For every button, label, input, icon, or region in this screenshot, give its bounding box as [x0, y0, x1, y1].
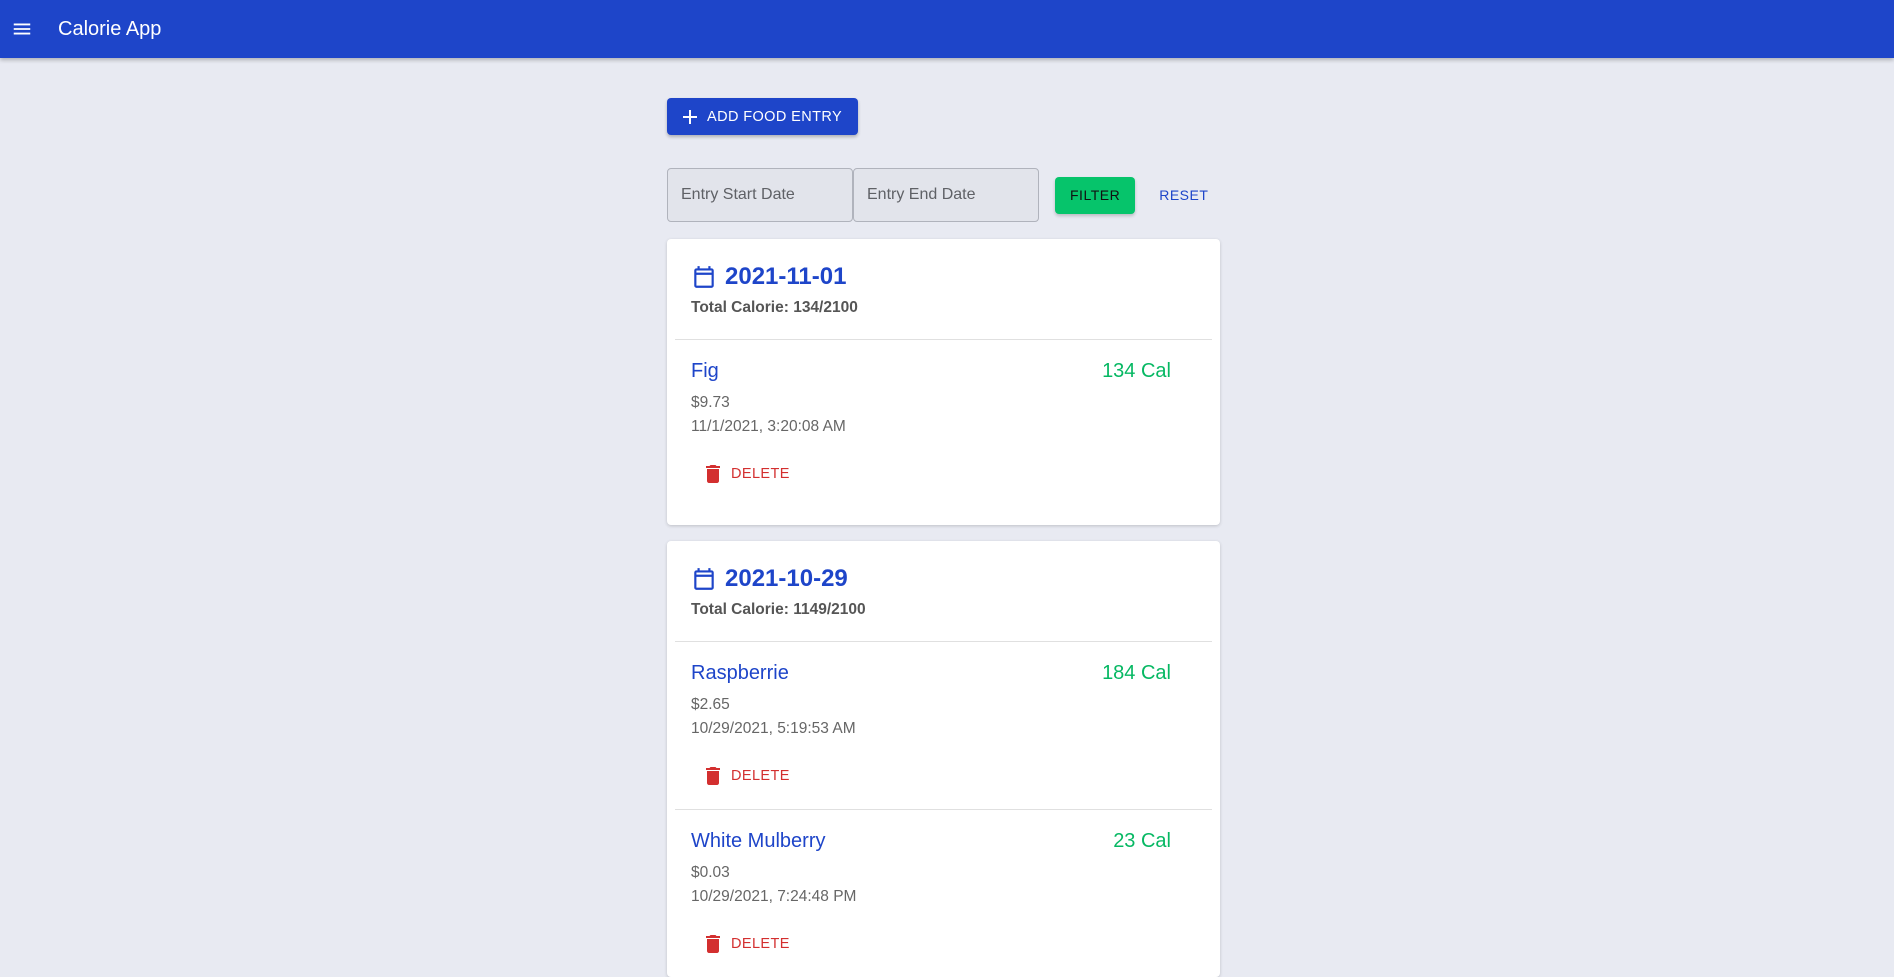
- calendar-icon: [694, 266, 714, 288]
- food-price: $2.65: [691, 696, 730, 713]
- food-calories: 184 Cal: [1102, 662, 1171, 684]
- food-entry: Fig 134 Cal $9.73 11/1/2021, 3:20:08 AM …: [675, 340, 1212, 525]
- delete-button[interactable]: DELETE: [705, 929, 790, 959]
- delete-label: DELETE: [731, 466, 790, 482]
- food-calories: 134 Cal: [1102, 360, 1171, 382]
- trash-icon: [706, 767, 720, 785]
- menu-button[interactable]: [0, 7, 44, 51]
- day-card: 2021-11-01 Total Calorie: 134/2100 Fig 1…: [667, 239, 1220, 525]
- food-entry: Raspberrie 184 Cal $2.65 10/29/2021, 5:1…: [675, 642, 1212, 810]
- filter-button[interactable]: FILTER: [1055, 176, 1136, 214]
- food-name: White Mulberry: [691, 830, 826, 852]
- menu-icon: [13, 23, 31, 35]
- food-price: $0.03: [691, 864, 730, 881]
- day-card-header: 2021-11-01 Total Calorie: 134/2100: [675, 239, 1212, 340]
- reset-button[interactable]: RESET: [1145, 177, 1222, 214]
- food-calories: 23 Cal: [1113, 830, 1171, 852]
- trash-icon: [706, 935, 720, 953]
- delete-label: DELETE: [731, 768, 790, 784]
- delete-button[interactable]: DELETE: [705, 459, 790, 489]
- food-time: 10/29/2021, 5:19:53 AM: [691, 720, 856, 737]
- delete-label: DELETE: [731, 936, 790, 952]
- add-food-entry-label: ADD FOOD ENTRY: [707, 108, 843, 125]
- plus-icon: [683, 109, 697, 124]
- entry-end-date-input[interactable]: [853, 168, 1039, 222]
- main-content: ADD FOOD ENTRY FILTER RESET 2021-11-01 T…: [667, 98, 1220, 977]
- food-entry: White Mulberry 23 Cal $0.03 10/29/2021, …: [675, 810, 1212, 977]
- app-bar: Calorie App: [0, 0, 1894, 58]
- food-price: $9.73: [691, 394, 730, 411]
- calendar-icon: [694, 568, 714, 590]
- total-calorie: Total Calorie: 134/2100: [691, 299, 858, 316]
- day-card-header: 2021-10-29 Total Calorie: 1149/2100: [675, 541, 1212, 642]
- total-calorie: Total Calorie: 1149/2100: [691, 601, 866, 618]
- trash-icon: [706, 465, 720, 483]
- day-date: 2021-10-29: [725, 565, 848, 592]
- food-name: Raspberrie: [691, 662, 789, 684]
- delete-button[interactable]: DELETE: [705, 761, 790, 791]
- filter-bar: FILTER RESET: [667, 167, 1220, 223]
- day-date: 2021-11-01: [725, 263, 847, 290]
- food-time: 10/29/2021, 7:24:48 PM: [691, 888, 857, 905]
- app-title: Calorie App: [58, 17, 162, 40]
- food-time: 11/1/2021, 3:20:08 AM: [691, 418, 846, 435]
- food-name: Fig: [691, 360, 719, 382]
- entry-start-date-input[interactable]: [667, 168, 853, 222]
- add-food-entry-button[interactable]: ADD FOOD ENTRY: [667, 98, 859, 135]
- day-card: 2021-10-29 Total Calorie: 1149/2100 Rasp…: [667, 541, 1220, 977]
